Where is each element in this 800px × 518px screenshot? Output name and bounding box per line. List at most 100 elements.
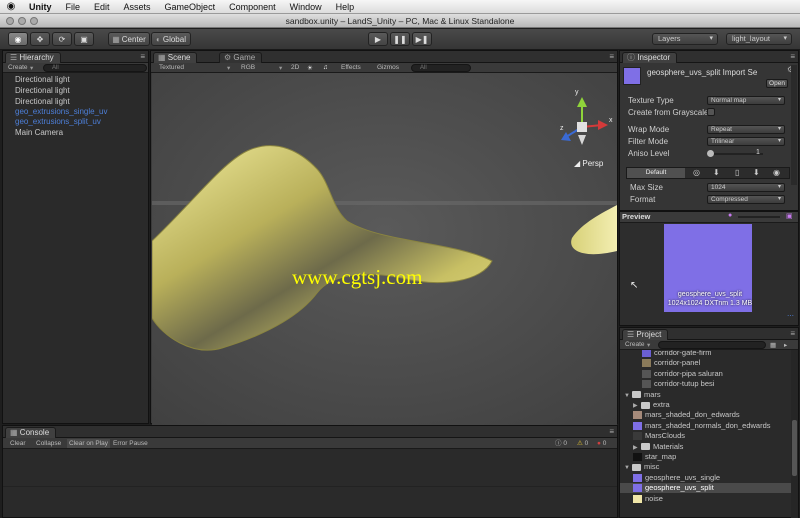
layers-dropdown[interactable]: Layers <box>652 33 718 45</box>
web-platform-icon[interactable]: ◎ <box>693 168 700 177</box>
project-create-button[interactable]: Create <box>625 341 645 348</box>
platform-tab-default[interactable]: Default <box>627 168 685 178</box>
flash-platform-icon[interactable]: ◉ <box>773 168 780 177</box>
panel-menu-icon[interactable]: ≡ <box>609 427 614 436</box>
project-list-item[interactable]: ▼ misc <box>624 462 659 472</box>
aniso-slider-track[interactable] <box>707 153 763 155</box>
panel-menu-icon[interactable]: ≡ <box>609 52 614 61</box>
project-list-item[interactable]: ▶ extra <box>633 400 670 410</box>
filter-by-type-icon[interactable]: ▦ <box>770 341 776 349</box>
project-list-item[interactable]: geosphere_uvs_split <box>620 483 792 494</box>
menu-file[interactable]: File <box>59 2 88 12</box>
inspector-scrollbar[interactable] <box>791 65 797 185</box>
ios-platform-icon[interactable]: ▯ <box>735 168 739 177</box>
panel-menu-icon[interactable]: ≡ <box>790 52 795 61</box>
project-list-item[interactable]: corridor-gate-firm <box>642 350 712 358</box>
scale-tool-button[interactable]: ▣ <box>74 32 94 46</box>
tab-game[interactable]: ⚙ Game <box>219 52 263 63</box>
panel-menu-icon[interactable]: ≡ <box>790 329 795 338</box>
menu-component[interactable]: Component <box>222 2 283 12</box>
minimize-window-icon[interactable] <box>18 17 26 25</box>
color-mode-dropdown[interactable]: RGB <box>241 64 255 71</box>
aniso-level-value[interactable]: 1 <box>756 149 760 156</box>
max-size-dropdown[interactable]: 1024 <box>707 183 785 192</box>
view-tool-button[interactable]: ◉ <box>8 32 28 46</box>
project-list-item[interactable]: ▶ Materials <box>633 442 683 452</box>
menu-gameobject[interactable]: GameObject <box>158 2 223 12</box>
project-scrollbar[interactable] <box>791 350 798 518</box>
project-list-item[interactable]: geosphere_uvs_single <box>633 473 720 483</box>
tab-scene[interactable]: ▦ Scene <box>153 52 198 63</box>
hierarchy-item[interactable]: Directional light <box>15 86 70 95</box>
create-dropdown-icon[interactable]: ▾ <box>647 341 650 349</box>
effects-dropdown[interactable]: Effects <box>341 64 361 71</box>
hierarchy-item[interactable]: Directional light <box>15 75 70 84</box>
console-error-pause-button[interactable]: Error Pause <box>113 439 148 448</box>
close-window-icon[interactable] <box>6 17 14 25</box>
hierarchy-search-input[interactable]: All <box>43 64 147 72</box>
render-mode-dropdown[interactable]: Textured <box>159 64 184 71</box>
step-button[interactable]: ▶❚ <box>412 32 432 46</box>
console-clear-on-play-button[interactable]: Clear on Play <box>67 439 111 448</box>
mip-slider-track[interactable] <box>738 216 780 218</box>
hierarchy-item[interactable]: Directional light <box>15 97 70 106</box>
project-list-item[interactable]: star_map <box>633 452 676 462</box>
scene-search-input[interactable]: All <box>411 64 471 72</box>
console-warning-count[interactable]: ⚠ 0 <box>577 439 588 448</box>
mip-toggle-icon[interactable]: ▣ <box>786 212 793 220</box>
texture-type-dropdown[interactable]: Normal map <box>707 96 785 105</box>
pivot-global-button[interactable]: ◐ Global <box>151 32 191 46</box>
move-tool-button[interactable]: ✥ <box>30 32 50 46</box>
create-from-grayscale-checkbox[interactable] <box>707 108 715 116</box>
console-clear-button[interactable]: Clear <box>10 439 26 448</box>
hierarchy-item[interactable]: geo_extrusions_split_uv <box>15 117 101 126</box>
rotate-tool-button[interactable]: ⟳ <box>52 32 72 46</box>
toggle-2d-button[interactable]: 2D <box>291 64 299 71</box>
apple-icon[interactable]: ◉ <box>0 1 22 12</box>
tab-hierarchy[interactable]: ☰ Hierarchy <box>5 52 61 63</box>
lighting-toggle-icon[interactable]: ☀ <box>307 64 313 72</box>
console-info-count[interactable]: ⓘ 0 <box>555 439 567 448</box>
gizmos-dropdown[interactable]: Gizmos <box>377 64 399 71</box>
scene-viewport[interactable]: y x z ◢ Persp www.cgtsj.com <box>152 73 617 425</box>
menu-window[interactable]: Window <box>283 2 329 12</box>
menu-edit[interactable]: Edit <box>87 2 117 12</box>
filter-mode-dropdown[interactable]: Trilinear <box>707 137 785 146</box>
project-list-item[interactable]: corridor-panel <box>642 358 700 368</box>
alpha-toggle-icon[interactable]: ● <box>728 212 732 219</box>
menu-unity[interactable]: Unity <box>22 2 59 12</box>
project-scrollbar-thumb[interactable] <box>792 420 797 476</box>
tab-inspector[interactable]: ⓘ Inspector <box>622 52 678 63</box>
hierarchy-create-button[interactable]: Create <box>8 64 28 71</box>
preview-more-icon[interactable]: ⋯ <box>787 312 794 320</box>
audio-toggle-icon[interactable]: ♫ <box>323 64 328 71</box>
zoom-window-icon[interactable] <box>30 17 38 25</box>
project-list-item[interactable]: MarsClouds <box>633 431 685 441</box>
play-button[interactable]: ▶ <box>368 32 388 46</box>
open-button[interactable]: Open <box>766 79 788 88</box>
hierarchy-item[interactable]: Main Camera <box>15 128 63 137</box>
layout-dropdown[interactable]: light_layout <box>726 33 792 45</box>
android-platform-icon[interactable]: ⬇ <box>753 168 760 177</box>
aniso-slider-thumb[interactable] <box>707 150 714 157</box>
panel-menu-icon[interactable]: ≡ <box>140 52 145 61</box>
menu-assets[interactable]: Assets <box>117 2 158 12</box>
perspective-label[interactable]: ◢ Persp <box>574 159 603 168</box>
expanded-arrow-icon[interactable]: ▼ <box>624 463 632 473</box>
project-list-item[interactable]: mars_shaded_don_edwards <box>633 410 740 420</box>
tab-console[interactable]: ▦ Console <box>5 427 57 438</box>
wrap-mode-dropdown[interactable]: Repeat <box>707 125 785 134</box>
format-dropdown[interactable]: Compressed <box>707 195 785 204</box>
tab-project[interactable]: ☰ Project <box>622 329 669 340</box>
console-error-count[interactable]: ● 0 <box>597 439 606 448</box>
expanded-arrow-icon[interactable]: ▼ <box>624 391 632 401</box>
console-collapse-button[interactable]: Collapse <box>36 439 61 448</box>
project-list-item[interactable]: corridor-pipa saluran <box>642 369 723 379</box>
project-search-input[interactable] <box>658 341 766 349</box>
hierarchy-item[interactable]: geo_extrusions_single_uv <box>15 107 108 116</box>
pivot-center-button[interactable]: ▦ Center <box>108 32 150 46</box>
create-dropdown-icon[interactable]: ▾ <box>30 64 33 72</box>
standalone-platform-icon[interactable]: ⬇ <box>713 168 720 177</box>
project-list-item[interactable]: noise <box>633 494 663 504</box>
project-list-item[interactable]: ▼ mars <box>624 390 661 400</box>
